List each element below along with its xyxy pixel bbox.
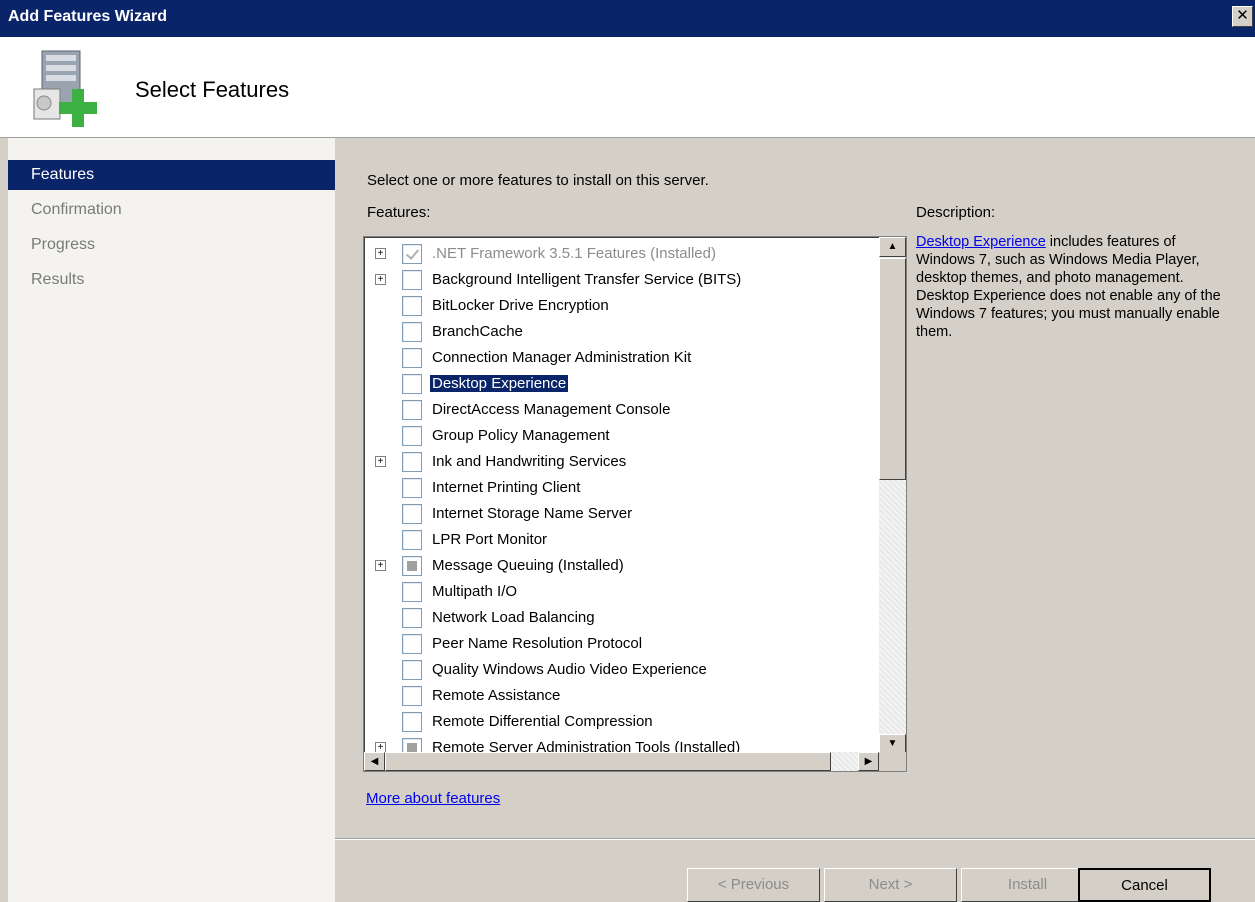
feature-label[interactable]: Internet Storage Name Server	[432, 505, 632, 522]
description-label: Description:	[916, 204, 996, 221]
scrollbar-corner	[879, 752, 906, 771]
horizontal-scroll-thumb[interactable]	[385, 752, 831, 771]
feature-row[interactable]: Peer Name Resolution Protocol	[364, 631, 874, 657]
feature-label[interactable]: Remote Assistance	[432, 687, 560, 704]
feature-row[interactable]: Network Load Balancing	[364, 605, 874, 631]
feature-label[interactable]: BranchCache	[432, 323, 523, 340]
feature-checkbox[interactable]	[402, 374, 422, 394]
feature-label[interactable]: LPR Port Monitor	[432, 531, 547, 548]
scroll-right-button[interactable]: ▶	[858, 752, 879, 771]
feature-row[interactable]: BitLocker Drive Encryption	[364, 293, 874, 319]
more-about-features-link[interactable]: More about features	[366, 790, 500, 807]
feature-label[interactable]: BitLocker Drive Encryption	[432, 297, 609, 314]
feature-row[interactable]: + Ink and Handwriting Services	[364, 449, 874, 475]
feature-row[interactable]: DirectAccess Management Console	[364, 397, 874, 423]
feature-checkbox[interactable]	[402, 660, 422, 680]
wizard-header: Select Features	[0, 37, 1255, 138]
instruction-text: Select one or more features to install o…	[367, 172, 709, 189]
feature-label[interactable]: Ink and Handwriting Services	[432, 453, 626, 470]
title-bar: Add Features Wizard ✕	[0, 0, 1255, 37]
feature-label[interactable]: Multipath I/O	[432, 583, 517, 600]
description-link[interactable]: Desktop Experience	[916, 234, 1046, 250]
feature-row[interactable]: Quality Windows Audio Video Experience	[364, 657, 874, 683]
feature-checkbox[interactable]	[402, 504, 422, 524]
feature-checkbox[interactable]	[402, 634, 422, 654]
nav-item-results: Results	[31, 271, 85, 288]
feature-label[interactable]: Connection Manager Administration Kit	[432, 349, 691, 366]
nav-item-features[interactable]: Features	[8, 160, 335, 190]
previous-button[interactable]: < Previous	[687, 868, 820, 902]
feature-row[interactable]: + .NET Framework 3.5.1 Features (Installe…	[364, 241, 874, 267]
window-border	[0, 138, 8, 902]
feature-checkbox[interactable]	[402, 426, 422, 446]
scroll-down-button[interactable]: ▼	[879, 734, 906, 754]
feature-row[interactable]: Connection Manager Administration Kit	[364, 345, 874, 371]
feature-checkbox[interactable]	[402, 712, 422, 732]
feature-checkbox[interactable]	[402, 608, 422, 628]
expand-icon[interactable]: +	[375, 456, 386, 467]
feature-label[interactable]: Remote Differential Compression	[432, 713, 653, 730]
feature-checkbox[interactable]	[402, 556, 422, 576]
feature-checkbox[interactable]	[402, 296, 422, 316]
feature-checkbox	[402, 244, 422, 264]
vertical-scrollbar[interactable]: ▲ ▼	[879, 237, 906, 754]
expand-icon[interactable]: +	[375, 560, 386, 571]
feature-label[interactable]: Group Policy Management	[432, 427, 610, 444]
feature-label[interactable]: Peer Name Resolution Protocol	[432, 635, 642, 652]
features-label: Features:	[367, 204, 431, 221]
feature-row[interactable]: + Message Queuing (Installed)	[364, 553, 874, 579]
features-tree[interactable]: + .NET Framework 3.5.1 Features (Installe…	[363, 236, 907, 772]
feature-row[interactable]: Remote Assistance	[364, 683, 874, 709]
main-panel: Select one or more features to install o…	[335, 138, 1255, 902]
expand-icon[interactable]: +	[375, 274, 386, 285]
nav-item-confirmation: Confirmation	[31, 201, 122, 218]
feature-checkbox[interactable]	[402, 400, 422, 420]
close-icon[interactable]: ✕	[1232, 6, 1253, 27]
next-button[interactable]: Next >	[824, 868, 957, 902]
feature-label[interactable]: Desktop Experience	[428, 374, 570, 393]
feature-label[interactable]: .NET Framework 3.5.1 Features (Installed…	[432, 245, 716, 262]
feature-checkbox[interactable]	[402, 582, 422, 602]
nav-item-progress: Progress	[31, 236, 96, 253]
feature-row[interactable]: Desktop Experience	[364, 371, 874, 397]
feature-checkbox[interactable]	[402, 530, 422, 550]
feature-label[interactable]: DirectAccess Management Console	[432, 401, 670, 418]
feature-row[interactable]: Remote Differential Compression	[364, 709, 874, 735]
feature-checkbox[interactable]	[402, 686, 422, 706]
feature-checkbox[interactable]	[402, 478, 422, 498]
window-title: Add Features Wizard	[8, 8, 167, 25]
feature-row[interactable]: + Background Intelligent Transfer Service…	[364, 267, 874, 293]
page-title: Select Features	[135, 77, 290, 102]
description-text: Desktop Experience includes features of …	[916, 233, 1231, 341]
feature-row[interactable]: BranchCache	[364, 319, 874, 345]
expand-icon[interactable]: +	[375, 248, 386, 259]
feature-label[interactable]: Quality Windows Audio Video Experience	[432, 661, 707, 678]
feature-checkbox[interactable]	[402, 322, 422, 342]
button-separator	[335, 838, 1255, 840]
scroll-up-button[interactable]: ▲	[879, 237, 906, 257]
feature-label[interactable]: Network Load Balancing	[432, 609, 595, 626]
install-button[interactable]: Install	[961, 868, 1094, 902]
feature-checkbox[interactable]	[402, 452, 422, 472]
scroll-left-button[interactable]: ◀	[364, 752, 385, 771]
feature-label[interactable]: Background Intelligent Transfer Service …	[432, 271, 741, 288]
feature-row[interactable]: Multipath I/O	[364, 579, 874, 605]
feature-checkbox[interactable]	[402, 348, 422, 368]
feature-checkbox[interactable]	[402, 270, 422, 290]
feature-row[interactable]: LPR Port Monitor	[364, 527, 874, 553]
wizard-nav: Features Confirmation Progress Results	[8, 138, 335, 902]
server-add-icon	[33, 50, 97, 127]
cancel-button[interactable]: Cancel	[1078, 868, 1211, 902]
feature-label[interactable]: Message Queuing (Installed)	[432, 557, 624, 574]
feature-row[interactable]: Group Policy Management	[364, 423, 874, 449]
vertical-scroll-thumb[interactable]	[879, 258, 906, 480]
feature-row[interactable]: Internet Storage Name Server	[364, 501, 874, 527]
horizontal-scrollbar[interactable]: ◀ ▶	[364, 752, 879, 771]
feature-row[interactable]: Internet Printing Client	[364, 475, 874, 501]
feature-label[interactable]: Internet Printing Client	[432, 479, 580, 496]
